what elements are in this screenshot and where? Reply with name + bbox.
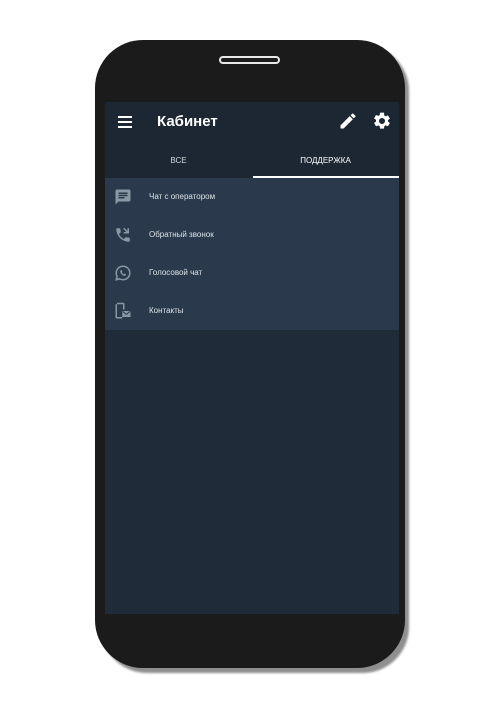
list-item-label: Контакты [149, 306, 184, 315]
list-item-operator-chat[interactable]: Чат с оператором [105, 178, 399, 216]
chat-message-icon [114, 188, 132, 206]
app-bar: Кабинет ВСЕ ПОДДЕРЖКА [105, 102, 399, 178]
tab-bar: ВСЕ ПОДДЕРЖКА [105, 144, 399, 178]
list-item-label: Чат с оператором [149, 192, 216, 201]
support-list: Чат с оператором Обратный звонок Голосов… [105, 178, 399, 330]
menu-icon[interactable] [116, 112, 136, 132]
phone-speaker [219, 56, 280, 64]
edit-icon[interactable] [338, 111, 358, 131]
page-title: Кабинет [157, 113, 218, 130]
tab-support[interactable]: ПОДДЕРЖКА [252, 144, 399, 178]
contacts-phone-mail-icon [114, 302, 132, 320]
list-item-label: Обратный звонок [149, 230, 214, 239]
phone-callback-icon [114, 226, 132, 244]
settings-gear-icon[interactable] [372, 111, 392, 131]
app-screen: Кабинет ВСЕ ПОДДЕРЖКА Чат с оператором О… [105, 102, 399, 614]
list-item-callback[interactable]: Обратный звонок [105, 216, 399, 254]
tab-all[interactable]: ВСЕ [105, 144, 252, 178]
list-item-contacts[interactable]: Контакты [105, 292, 399, 330]
list-item-label: Голосовой чат [149, 268, 203, 277]
voice-chat-icon [114, 264, 132, 282]
list-item-voice-chat[interactable]: Голосовой чат [105, 254, 399, 292]
